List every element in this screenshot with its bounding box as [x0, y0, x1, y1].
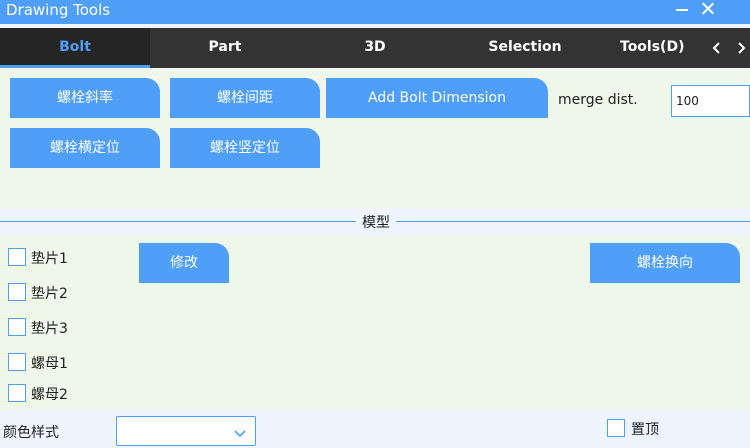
window-title: Drawing Tools: [6, 1, 111, 19]
modify-button[interactable]: 修改: [139, 243, 229, 283]
color-style-label: 颜色样式: [3, 425, 59, 441]
merge-dist-label: merge dist.: [558, 92, 638, 108]
add-bolt-dimension-button[interactable]: Add Bolt Dimension: [326, 78, 548, 118]
washer-1-label: 垫片1: [31, 251, 68, 267]
tab-bolt[interactable]: Bolt: [0, 28, 150, 68]
tab-part[interactable]: Part: [150, 28, 300, 68]
model-section-title: 模型: [356, 212, 396, 232]
nut-2-checkbox[interactable]: [8, 384, 26, 402]
pin-on-top-label: 置顶: [631, 422, 659, 438]
bolt-reverse-button[interactable]: 螺栓换向: [590, 243, 740, 283]
nut-2-label: 螺母2: [31, 387, 68, 403]
pin-on-top-checkbox[interactable]: [607, 419, 625, 437]
title-bar: Drawing Tools: [0, 0, 750, 24]
minimize-icon[interactable]: [676, 9, 688, 11]
washer-3-label: 垫片3: [31, 321, 68, 337]
nut-1-checkbox[interactable]: [8, 353, 26, 371]
close-icon[interactable]: [700, 1, 716, 17]
tab-tools[interactable]: Tools(D): [620, 28, 710, 68]
chevron-down-icon: [233, 425, 247, 439]
bolt-slope-button[interactable]: 螺栓斜率: [10, 78, 160, 118]
merge-dist-input[interactable]: 100: [671, 85, 750, 117]
bolt-spacing-button[interactable]: 螺栓间距: [170, 78, 320, 118]
bolt-vertical-position-button[interactable]: 螺栓竖定位: [170, 128, 320, 168]
chevron-left-icon[interactable]: [710, 40, 724, 54]
washer-2-checkbox[interactable]: [8, 283, 26, 301]
washer-3-checkbox[interactable]: [8, 318, 26, 336]
tab-3d[interactable]: 3D: [300, 28, 450, 68]
bolt-horizontal-position-button[interactable]: 螺栓横定位: [10, 128, 160, 168]
washer-1-checkbox[interactable]: [8, 248, 26, 266]
tab-bar: Bolt Part 3D Selection Tools(D): [0, 28, 750, 68]
color-style-dropdown[interactable]: [116, 416, 256, 446]
chevron-right-icon[interactable]: [734, 40, 748, 54]
tab-selection[interactable]: Selection: [450, 28, 600, 68]
nut-1-label: 螺母1: [31, 356, 68, 372]
washer-2-label: 垫片2: [31, 286, 68, 302]
